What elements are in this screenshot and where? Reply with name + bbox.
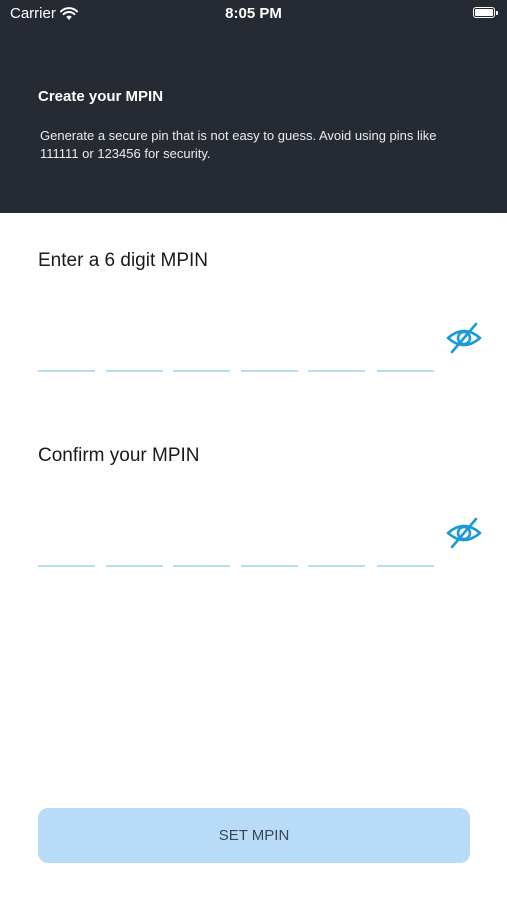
set-mpin-button-label: SET MPIN <box>218 827 290 844</box>
confirm-mpin-input[interactable] <box>38 527 434 567</box>
mpin-digit-2[interactable] <box>105 332 163 372</box>
mpin-digit-3[interactable] <box>173 332 230 372</box>
set-mpin-button[interactable]: SET MPIN <box>38 808 470 863</box>
eye-off-icon[interactable] <box>446 320 482 356</box>
battery-icon <box>473 7 498 18</box>
confirm-digit-1[interactable] <box>38 527 95 567</box>
confirm-digit-3[interactable] <box>173 527 230 567</box>
header: Carrier 8:05 PM Create your MPIN Generat… <box>0 0 507 213</box>
mpin-digit-6[interactable] <box>377 332 434 372</box>
status-time: 8:05 PM <box>225 5 282 22</box>
eye-off-icon[interactable] <box>446 515 482 551</box>
mpin-digit-4[interactable] <box>240 332 298 372</box>
page-description: Generate a secure pin that is not easy t… <box>40 128 437 161</box>
page-title: Create your MPIN <box>38 88 164 105</box>
confirm-digit-4[interactable] <box>240 527 298 567</box>
mpin-label: Enter a 6 digit MPIN <box>38 250 209 271</box>
mpin-input[interactable] <box>38 332 434 372</box>
confirm-digit-5[interactable] <box>308 527 365 567</box>
mpin-digit-5[interactable] <box>308 332 365 372</box>
confirm-digit-6[interactable] <box>377 527 434 567</box>
confirm-digit-2[interactable] <box>105 527 163 567</box>
status-bar: Carrier 8:05 PM <box>0 0 507 28</box>
mpin-digit-1[interactable] <box>38 332 95 372</box>
confirm-mpin-label: Confirm your MPIN <box>38 445 200 466</box>
